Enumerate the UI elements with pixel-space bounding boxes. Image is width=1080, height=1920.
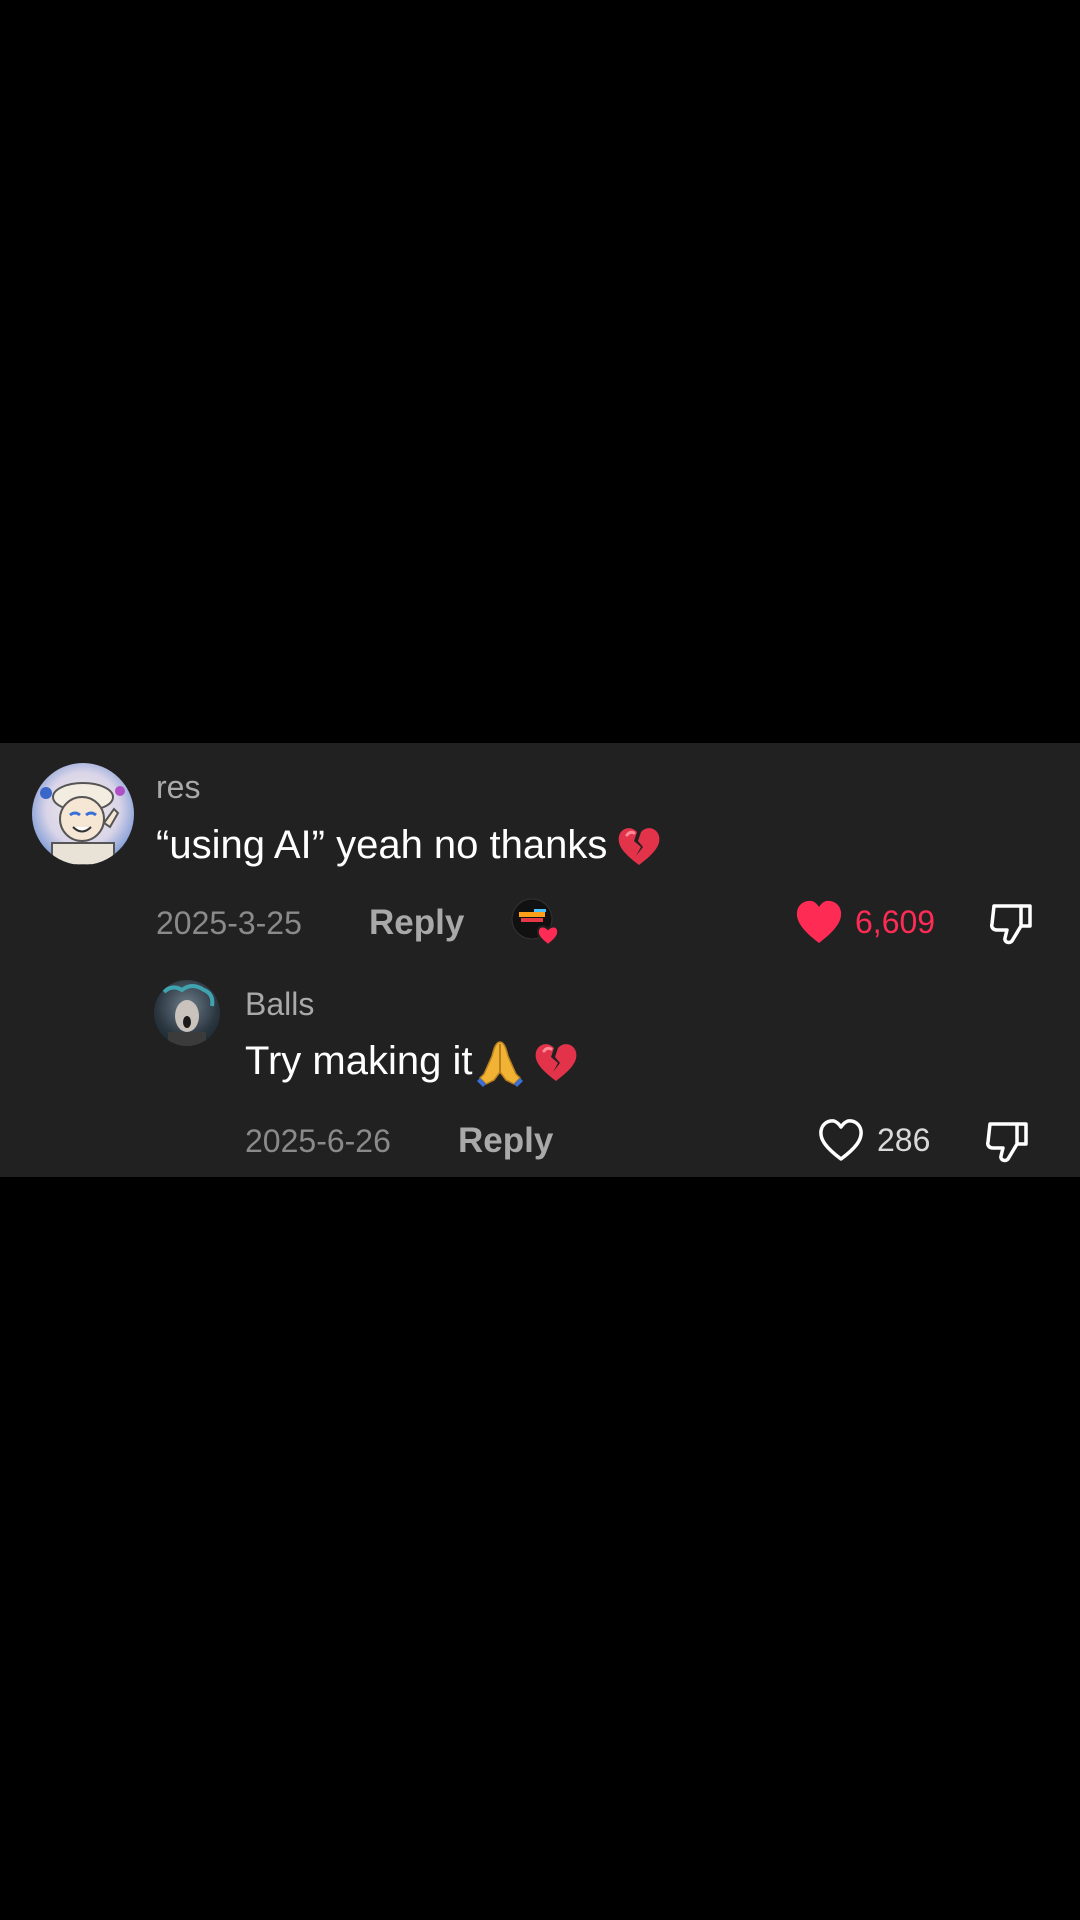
reply-button[interactable]: Reply <box>369 903 464 943</box>
thumbs-down-icon[interactable] <box>986 897 1038 949</box>
broken-heart-emoji <box>532 1039 580 1087</box>
avatar[interactable] <box>154 980 220 1046</box>
reply-text-content: Try making it <box>245 1039 473 1083</box>
reply-username[interactable]: Balls <box>245 984 314 1024</box>
heart-filled-icon <box>796 900 842 943</box>
comment-username[interactable]: res <box>156 767 200 807</box>
broken-heart-emoji <box>615 823 663 871</box>
thumbs-down-icon[interactable] <box>982 1115 1034 1167</box>
comment-text-content: “using AI” yeah no thanks <box>156 823 608 867</box>
heart-outline-icon <box>819 1119 863 1161</box>
reply-text: Try making it <box>245 1036 580 1088</box>
like-button[interactable]: 6,609 <box>795 897 935 947</box>
reply-button[interactable]: Reply <box>458 1121 553 1161</box>
creator-liked-badge-icon <box>510 897 562 949</box>
comment-date: 2025-3-25 <box>156 905 302 941</box>
comments-panel: res “using AI” yeah no thanks 2025-3-25 … <box>0 743 1080 1177</box>
like-button[interactable]: 286 <box>817 1115 930 1165</box>
avatar[interactable] <box>32 763 134 865</box>
like-count: 6,609 <box>855 904 936 940</box>
like-count: 286 <box>877 1122 931 1158</box>
comment-text: “using AI” yeah no thanks <box>156 820 663 871</box>
reply-date: 2025-6-26 <box>245 1123 391 1159</box>
folded-hands-emoji <box>476 1038 524 1088</box>
